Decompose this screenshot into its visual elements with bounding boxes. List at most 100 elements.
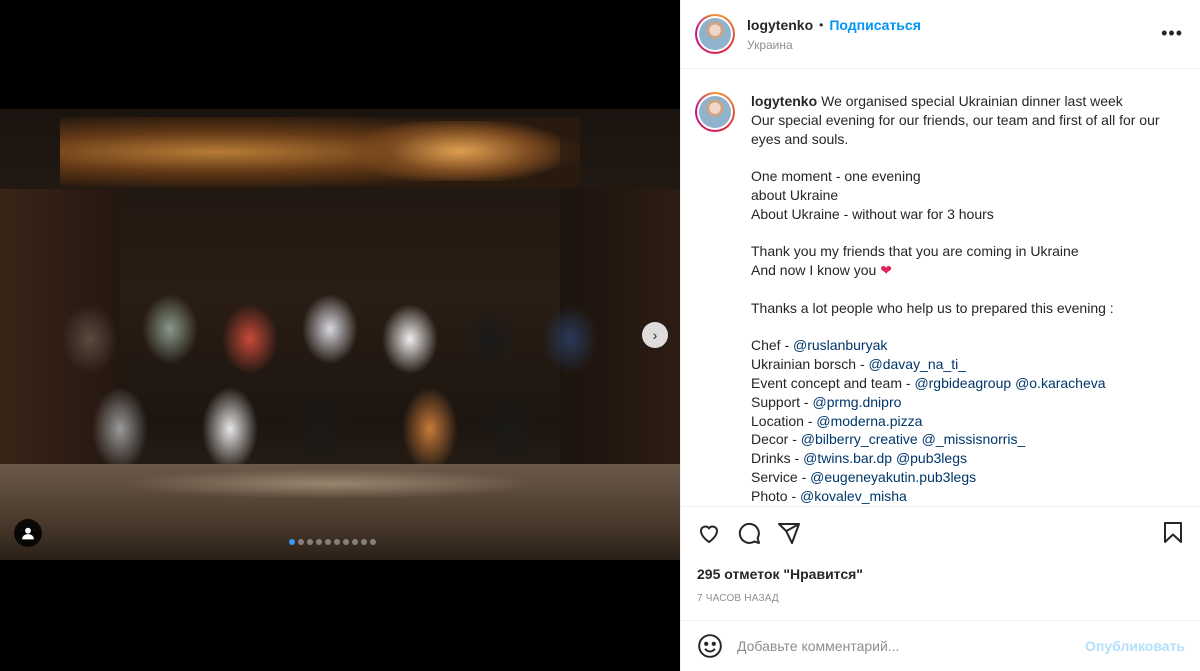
caption-line: And now I know you ❤ [751,261,1187,280]
carousel-dot [361,539,367,545]
caption-text-segment: Location - [751,412,817,429]
post-time[interactable]: 7 часов назад [697,593,1185,604]
caption-line: Support - @prmg.dnipro [751,393,1187,412]
caption-line: Service - @eugeneyakutin.pub3legs [751,468,1187,487]
caption-text: logytenko We organised special Ukrainian … [751,92,1187,506]
post-photo[interactable] [0,109,680,560]
caption-text-segment: about Ukraine [751,186,839,203]
caption-line: Decor - @bilberry_creative @_missisnorri… [751,430,1187,449]
caption-line: Drinks - @twins.bar.dp @pub3legs [751,449,1187,468]
mention-link[interactable]: @rgbideagroup [914,375,1011,391]
mention-link[interactable]: @davay_na_ti_ [869,356,967,372]
caption-author-username[interactable]: logytenko [751,93,817,109]
caption-line: Event concept and team - @rgbideagroup @… [751,374,1187,393]
share-button[interactable] [777,521,801,545]
photo-group-of-people [30,259,670,469]
publish-button[interactable]: Опубликовать [1085,638,1185,654]
caption-line [751,148,1187,167]
caption-text-segment: Service - [751,468,811,485]
caption-text-segment: And now I know you [751,262,881,279]
mention-link[interactable]: @prmg.dnipro [812,394,901,410]
caption-text-segment: Chef - [751,337,794,354]
mention-link[interactable]: @ruslanburyak [793,337,887,353]
header-separator: • [819,17,824,32]
caption-text-segment: One moment - one evening [751,168,921,185]
avatar-image [699,96,731,128]
caption-line: About Ukraine - without war for 3 hours [751,205,1187,224]
save-button[interactable] [1161,521,1185,545]
caption-text-segment: Decor - [751,431,801,448]
carousel-dot [298,539,304,545]
bookmark-icon [1164,522,1182,543]
post-location[interactable]: Украина [747,38,921,52]
carousel-dot [316,539,322,545]
post-side-panel: logytenko • Подписаться Украина ••• logy… [680,0,1200,671]
avatar-image [699,18,731,50]
heart-icon [699,525,719,544]
carousel-dot [289,539,295,545]
caption-text-segment: Our special evening for our friends, our… [751,111,1160,128]
mention-link[interactable]: @moderna.pizza [816,413,922,429]
media-panel: › [0,0,680,671]
caption-text-segment: Event concept and team - [751,374,915,391]
photo-table-highlight [120,469,540,499]
caption-line: about Ukraine [751,186,1187,205]
caption-line: Ukrainian borsch - @davay_na_ti_ [751,355,1187,374]
likes-count[interactable]: 295 отметок "Нравится" [697,566,1185,582]
caption-line [751,318,1187,337]
caption-text-segment: We organised special Ukrainian dinner la… [821,93,1123,109]
user-icon [22,527,34,540]
comment-icon [738,522,760,544]
caption-text-segment: Thank you my friends that you are coming… [751,243,1079,260]
carousel-dot [370,539,376,545]
carousel-indicators [289,539,376,545]
mention-link[interactable]: @twins.bar.dp [803,450,892,466]
mention-link[interactable]: @pub3legs [896,450,967,466]
paper-plane-icon [778,523,800,544]
caption-line: Thank you my friends that you are coming… [751,242,1187,261]
caption-line: Chef - @ruslanburyak [751,336,1187,355]
caption-text-segment: eyes and souls. [751,130,849,147]
carousel-dot [307,539,313,545]
mention-link[interactable]: @bilberry_creative [801,431,918,447]
caption-text-segment: About Ukraine - without war for 3 hours [751,205,994,222]
author-avatar[interactable] [695,14,735,54]
caption-author-avatar[interactable] [695,92,735,132]
caption-line: eyes and souls. [751,130,1187,149]
follow-button[interactable]: Подписаться [829,17,921,33]
caption-line: Thanks a lot people who help us to prepa… [751,299,1187,318]
comment-input[interactable] [737,638,1086,654]
caption-line: One moment - one evening [751,167,1187,186]
red-heart-icon: ❤ [880,262,892,279]
emoji-button[interactable] [697,633,723,659]
caption-line [751,280,1187,299]
caption-text-segment: Photo - [751,487,801,504]
like-button[interactable] [697,521,721,545]
mention-link[interactable]: @o.karacheva [1015,375,1105,391]
carousel-dot [343,539,349,545]
carousel-dot [325,539,331,545]
photo-bg-lights [360,121,560,181]
caption-line: Photo - @kovalev_misha [751,487,1187,506]
caption-text-segment: Thanks a lot people who help us to prepa… [751,299,1114,316]
smiley-icon [698,634,722,658]
instagram-post-view: › logytenko • Подписаться Украина ••• lo… [0,0,1200,671]
caption-scroll-area[interactable]: logytenko We organised special Ukrainian … [681,70,1200,506]
carousel-dot [352,539,358,545]
tagged-users-button[interactable] [14,519,42,547]
mention-link[interactable]: @kovalev_misha [800,488,907,504]
caption-line: logytenko We organised special Ukrainian … [751,92,1187,111]
caption-text-segment: Support - [751,393,813,410]
more-options-icon[interactable]: ••• [1161,24,1183,42]
carousel-dot [334,539,340,545]
carousel-next-button[interactable]: › [642,322,668,348]
mention-link[interactable]: @eugeneyakutin.pub3legs [810,469,976,485]
comment-button[interactable] [737,521,761,545]
post-header: logytenko • Подписаться Украина ••• [681,0,1200,69]
mention-link[interactable]: @_missisnorris_ [922,431,1026,447]
caption-line: Our special evening for our friends, our… [751,111,1187,130]
chevron-right-icon: › [652,327,658,343]
post-actions: 295 отметок "Нравится" 7 часов назад [681,506,1200,604]
author-username[interactable]: logytenko [747,17,813,33]
caption: logytenko We organised special Ukrainian … [695,92,1187,506]
